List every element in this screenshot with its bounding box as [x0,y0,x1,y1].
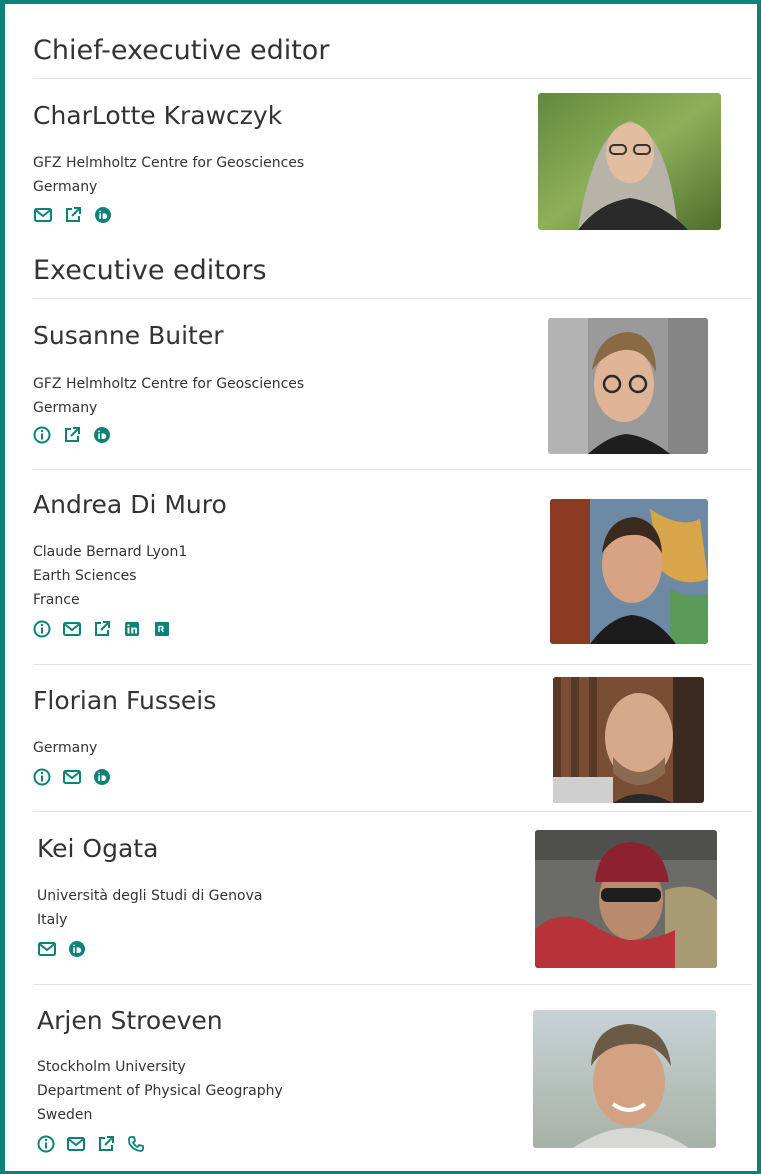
chief-executive-heading: Chief-executive editor [33,35,330,66]
mail-icon[interactable] [33,205,53,225]
mail-icon[interactable] [62,619,82,639]
orcid-icon[interactable] [67,939,87,959]
editor-affiliation: GFZ Helmholtz Centre for Geosciences [33,155,305,171]
mail-icon[interactable] [66,1134,86,1154]
external-link-icon[interactable] [96,1134,116,1154]
editor-divider [33,811,752,812]
editor-photo [553,677,704,803]
phone-icon[interactable] [126,1134,146,1154]
editor-affiliation: Claude Bernard Lyon1 [33,544,188,560]
editor-photo [535,830,717,968]
editor-affiliation: GFZ Helmholtz Centre for Geosciences [33,376,305,392]
editor-name[interactable]: Susanne Buiter [33,322,223,350]
orcid-icon[interactable] [92,425,112,445]
editor-name[interactable]: Kei Ogata [37,835,158,863]
editor-department: Earth Sciences [33,568,137,584]
editor-links [36,1134,146,1154]
editor-photo [538,93,721,230]
editor-links [32,619,172,639]
info-icon[interactable] [32,425,52,445]
editor-photo [550,499,708,644]
editor-country: Sweden [37,1107,93,1123]
editorial-board-panel: Chief-executive editor CharLotte Krawczy… [0,0,761,1174]
external-link-icon[interactable] [63,205,83,225]
editor-country: Germany [33,740,98,756]
editor-country: Germany [33,179,98,195]
editor-name[interactable]: Arjen Stroeven [37,1007,223,1035]
editor-country: France [33,592,80,608]
external-link-icon[interactable] [62,425,82,445]
mail-icon[interactable] [37,939,57,959]
researchgate-icon[interactable] [152,619,172,639]
editor-links [37,939,87,959]
orcid-icon[interactable] [92,767,112,787]
external-link-icon[interactable] [92,619,112,639]
editor-country: Italy [37,912,68,928]
editor-country: Germany [33,400,98,416]
mail-icon[interactable] [62,767,82,787]
section-divider [33,78,752,79]
info-icon[interactable] [36,1134,56,1154]
editor-links [33,205,113,225]
editor-links [32,425,112,445]
editor-name[interactable]: Andrea Di Muro [33,491,227,519]
editor-department: Department of Physical Geography [37,1083,283,1099]
section-divider [33,298,752,299]
linkedin-icon[interactable] [122,619,142,639]
editor-divider [33,469,752,470]
orcid-icon[interactable] [93,205,113,225]
editor-name[interactable]: Florian Fusseis [33,687,216,715]
editor-divider [33,664,752,665]
info-icon[interactable] [32,619,52,639]
executive-editors-heading: Executive editors [33,255,267,286]
editor-photo [548,318,708,454]
editor-name[interactable]: CharLotte Krawczyk [33,102,282,130]
editor-divider [33,984,752,985]
info-icon[interactable] [32,767,52,787]
editor-photo [533,1010,716,1148]
editor-affiliation: Stockholm University [37,1059,186,1075]
editor-affiliation: Università degli Studi di Genova [37,888,263,904]
editor-links [32,767,112,787]
